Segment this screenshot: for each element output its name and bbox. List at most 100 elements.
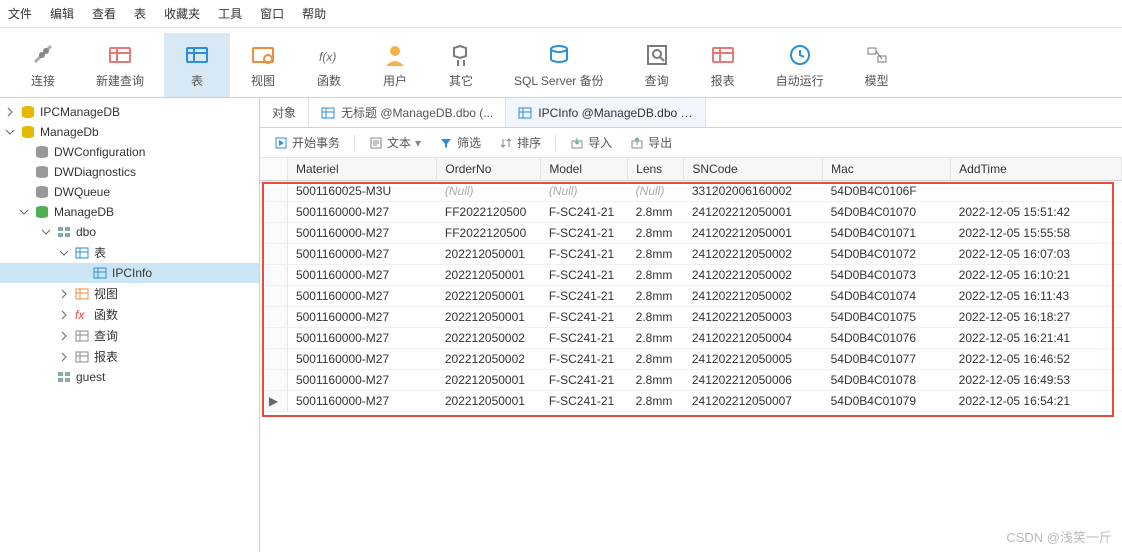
tree-twisty-icon[interactable] — [40, 371, 52, 383]
cell-Materiel[interactable]: 5001160000-M27 — [287, 348, 436, 369]
cell-AddTime[interactable] — [951, 180, 1122, 201]
tree-item-dbo[interactable]: dbo — [0, 222, 259, 242]
menu-item-帮助[interactable]: 帮助 — [302, 5, 326, 22]
cell-AddTime[interactable]: 2022-12-05 16:46:52 — [951, 348, 1122, 369]
column-header-Mac[interactable]: Mac — [823, 158, 951, 180]
cell-Materiel[interactable]: 5001160000-M27 — [287, 390, 436, 411]
export-button[interactable]: 导出 — [624, 132, 678, 153]
column-header-AddTime[interactable]: AddTime — [951, 158, 1122, 180]
cell-Materiel[interactable]: 5001160000-M27 — [287, 243, 436, 264]
tree-item-ManageDB[interactable]: ManageDB — [0, 202, 259, 222]
tree-twisty-icon[interactable] — [18, 166, 30, 178]
tree-item-DWQueue[interactable]: DWQueue — [0, 182, 259, 202]
cell-Model[interactable]: F-SC241-21 — [541, 201, 628, 222]
cell-OrderNo[interactable]: FF2022120500 — [437, 222, 541, 243]
cell-Materiel[interactable]: 5001160000-M27 — [287, 327, 436, 348]
cell-SNCode[interactable]: 241202212050001 — [684, 201, 823, 222]
tree-twisty-icon[interactable] — [18, 186, 30, 198]
cell-Lens[interactable]: 2.8mm — [628, 243, 684, 264]
cell-Model[interactable]: F-SC241-21 — [541, 285, 628, 306]
cell-Materiel[interactable]: 5001160000-M27 — [287, 306, 436, 327]
table-row[interactable]: 5001160000-M27202212050001F-SC241-212.8m… — [260, 264, 1122, 285]
cell-Model[interactable]: F-SC241-21 — [541, 243, 628, 264]
cell-AddTime[interactable]: 2022-12-05 16:21:41 — [951, 327, 1122, 348]
cell-Materiel[interactable]: 5001160000-M27 — [287, 222, 436, 243]
cell-Model[interactable]: F-SC241-21 — [541, 306, 628, 327]
table-row[interactable]: 5001160000-M27202212050001F-SC241-212.8m… — [260, 285, 1122, 306]
cell-SNCode[interactable]: 331202006160002 — [684, 180, 823, 201]
table-row[interactable]: 5001160000-M27FF2022120500F-SC241-212.8m… — [260, 222, 1122, 243]
table-row[interactable]: 5001160025-M3U(Null)(Null)(Null)33120200… — [260, 180, 1122, 201]
cell-OrderNo[interactable]: 202212050001 — [437, 390, 541, 411]
toolbar-query-button[interactable]: 查询 — [624, 33, 690, 97]
cell-SNCode[interactable]: 241202212050004 — [684, 327, 823, 348]
cell-AddTime[interactable]: 2022-12-05 16:54:21 — [951, 390, 1122, 411]
cell-OrderNo[interactable]: 202212050001 — [437, 285, 541, 306]
menu-item-工具[interactable]: 工具 — [218, 5, 242, 22]
cell-Materiel[interactable]: 5001160025-M3U — [287, 180, 436, 201]
cell-SNCode[interactable]: 241202212050006 — [684, 369, 823, 390]
cell-AddTime[interactable]: 2022-12-05 16:11:43 — [951, 285, 1122, 306]
data-grid[interactable]: MaterielOrderNoModelLensSNCodeMacAddTime… — [260, 158, 1122, 552]
cell-Lens[interactable]: 2.8mm — [628, 306, 684, 327]
cell-Lens[interactable]: 2.8mm — [628, 285, 684, 306]
cell-Mac[interactable]: 54D0B4C01079 — [823, 390, 951, 411]
cell-SNCode[interactable]: 241202212050001 — [684, 222, 823, 243]
tree-twisty-icon[interactable] — [40, 226, 52, 238]
toolbar-newquery-button[interactable]: 新建查询 — [76, 33, 164, 97]
tree-item-DWConfiguration[interactable]: DWConfiguration — [0, 142, 259, 162]
table-row[interactable]: 5001160000-M27202212050001F-SC241-212.8m… — [260, 243, 1122, 264]
tree-twisty-icon[interactable] — [4, 106, 16, 118]
cell-Materiel[interactable]: 5001160000-M27 — [287, 201, 436, 222]
cell-SNCode[interactable]: 241202212050002 — [684, 264, 823, 285]
cell-Model[interactable]: F-SC241-21 — [541, 348, 628, 369]
tree-item-ManageDb[interactable]: ManageDb — [0, 122, 259, 142]
text-button[interactable]: 文本 ▾ — [363, 132, 427, 153]
cell-Mac[interactable]: 54D0B4C01076 — [823, 327, 951, 348]
toolbar-function-button[interactable]: f(x)函数 — [296, 33, 362, 97]
cell-AddTime[interactable]: 2022-12-05 16:07:03 — [951, 243, 1122, 264]
tab-对象[interactable]: 对象 — [260, 98, 309, 127]
filter-button[interactable]: 筛选 — [433, 132, 487, 153]
tree-item-查询[interactable]: 查询 — [0, 325, 259, 346]
tree-twisty-icon[interactable] — [58, 351, 70, 363]
tree-twisty-icon[interactable] — [76, 267, 88, 279]
cell-Mac[interactable]: 54D0B4C01070 — [823, 201, 951, 222]
cell-Lens[interactable]: 2.8mm — [628, 369, 684, 390]
menu-item-查看[interactable]: 查看 — [92, 5, 116, 22]
tree-twisty-icon[interactable] — [58, 309, 70, 321]
toolbar-connect-button[interactable]: 连接 — [10, 33, 76, 97]
cell-Lens[interactable]: 2.8mm — [628, 222, 684, 243]
toolbar-table-button[interactable]: 表 — [164, 33, 230, 97]
cell-Model[interactable]: F-SC241-21 — [541, 390, 628, 411]
cell-AddTime[interactable]: 2022-12-05 15:51:42 — [951, 201, 1122, 222]
menu-item-文件[interactable]: 文件 — [8, 5, 32, 22]
cell-Model[interactable]: F-SC241-21 — [541, 369, 628, 390]
table-row[interactable]: ▶5001160000-M27202212050001F-SC241-212.8… — [260, 390, 1122, 411]
tree-item-IPCInfo[interactable]: IPCInfo — [0, 263, 259, 283]
table-row[interactable]: 5001160000-M27202212050002F-SC241-212.8m… — [260, 348, 1122, 369]
cell-Mac[interactable]: 54D0B4C01077 — [823, 348, 951, 369]
table-row[interactable]: 5001160000-M27202212050001F-SC241-212.8m… — [260, 306, 1122, 327]
cell-AddTime[interactable]: 2022-12-05 16:10:21 — [951, 264, 1122, 285]
cell-SNCode[interactable]: 241202212050002 — [684, 285, 823, 306]
cell-Mac[interactable]: 54D0B4C0106F — [823, 180, 951, 201]
cell-Model[interactable]: F-SC241-21 — [541, 222, 628, 243]
toolbar-other-button[interactable]: 其它 — [428, 33, 494, 97]
cell-SNCode[interactable]: 241202212050005 — [684, 348, 823, 369]
cell-Lens[interactable]: 2.8mm — [628, 390, 684, 411]
cell-Mac[interactable]: 54D0B4C01072 — [823, 243, 951, 264]
cell-Mac[interactable]: 54D0B4C01078 — [823, 369, 951, 390]
tree-twisty-icon[interactable] — [18, 206, 30, 218]
tree-twisty-icon[interactable] — [4, 126, 16, 138]
cell-Materiel[interactable]: 5001160000-M27 — [287, 369, 436, 390]
column-header-Lens[interactable]: Lens — [628, 158, 684, 180]
cell-Lens[interactable]: 2.8mm — [628, 264, 684, 285]
column-header-SNCode[interactable]: SNCode — [684, 158, 823, 180]
cell-OrderNo[interactable]: 202212050001 — [437, 243, 541, 264]
toolbar-autorun-button[interactable]: 自动运行 — [756, 33, 844, 97]
menu-item-窗口[interactable]: 窗口 — [260, 5, 284, 22]
cell-Model[interactable]: (Null) — [541, 180, 628, 201]
cell-Materiel[interactable]: 5001160000-M27 — [287, 264, 436, 285]
table-row[interactable]: 5001160000-M27202212050001F-SC241-212.8m… — [260, 369, 1122, 390]
